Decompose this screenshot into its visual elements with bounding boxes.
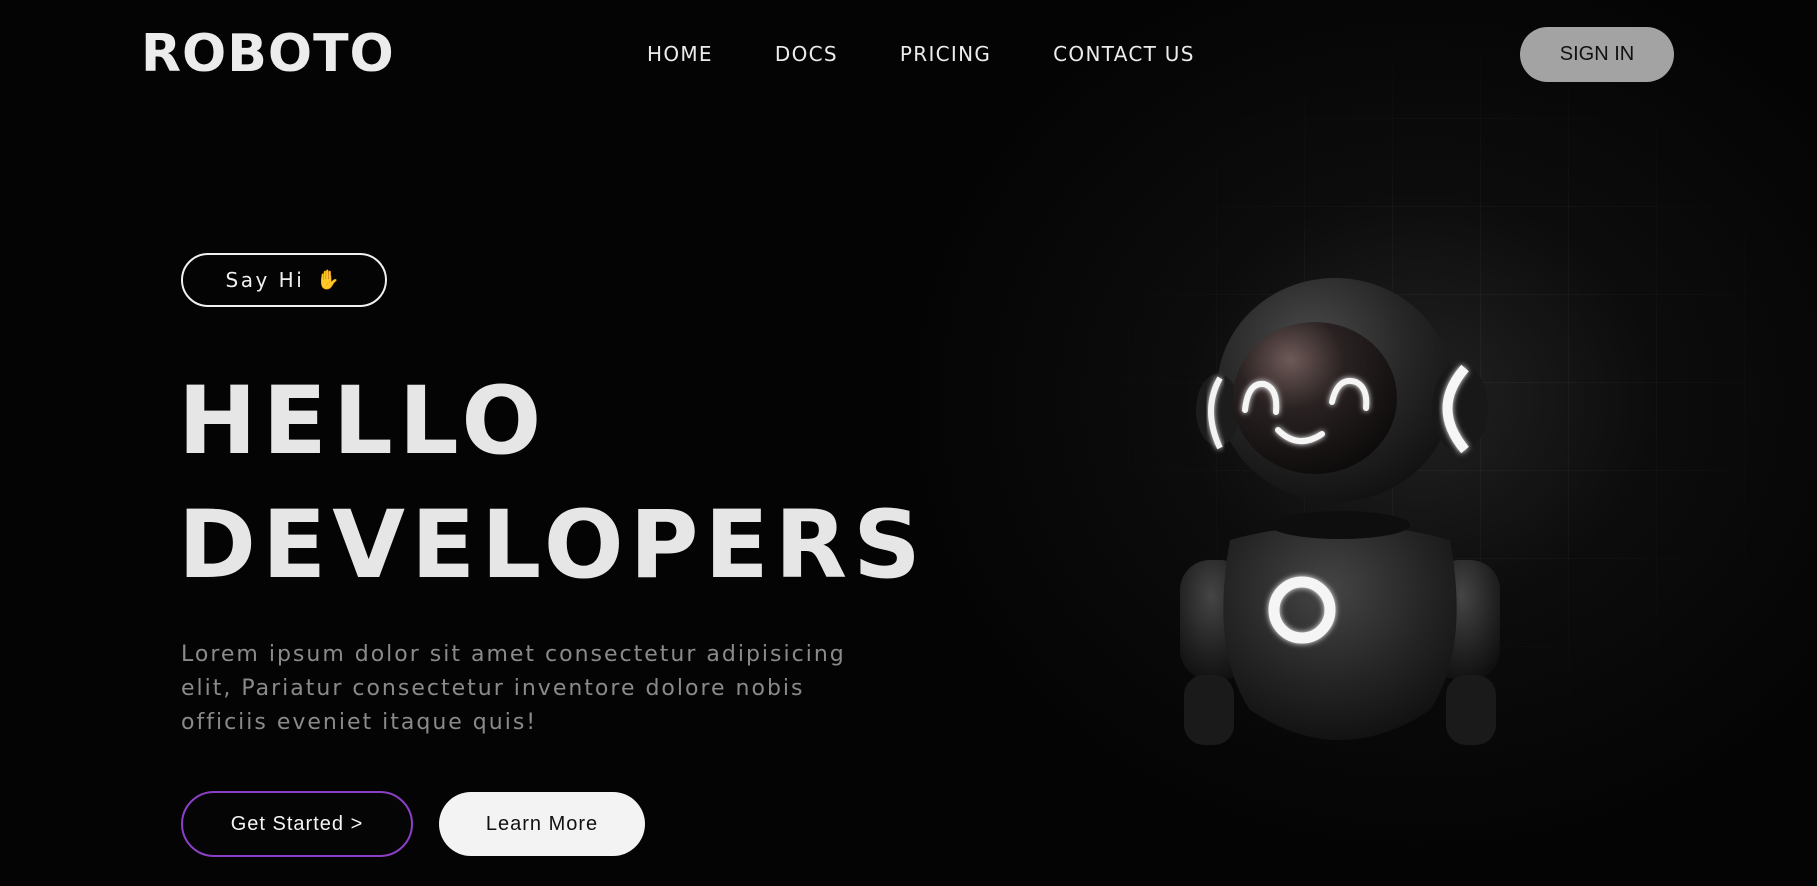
main-nav: HOME DOCS PRICING CONTACT US <box>647 42 1257 66</box>
robot-visor <box>1233 322 1397 474</box>
robot-body <box>1223 525 1457 740</box>
nav-item-docs[interactable]: DOCS <box>775 42 838 66</box>
hero-title-line-2: DEVELOPERS <box>178 491 927 600</box>
nav-item-pricing[interactable]: PRICING <box>900 42 991 66</box>
sign-in-button[interactable]: SIGN IN <box>1520 27 1674 82</box>
robot-illustration <box>1180 278 1500 745</box>
hero-description: Lorem ipsum dolor sit amet consectetur a… <box>181 642 846 735</box>
nav-item-contact-us[interactable]: CONTACT US <box>1053 42 1195 66</box>
hero-title: HELLO DEVELOPERS <box>178 360 927 608</box>
say-hi-button[interactable]: Say Hi ✋ <box>181 253 387 307</box>
say-hi-label: Say Hi <box>225 268 305 292</box>
learn-more-button[interactable]: Learn More <box>439 792 645 856</box>
logo[interactable]: ROBOTO <box>141 24 395 84</box>
landing-page: ROBOTO HOME DOCS PRICING CONTACT US SIGN… <box>0 0 1817 886</box>
waving-hand-icon: ✋ <box>316 268 343 291</box>
hero-title-line-1: HELLO <box>178 367 548 476</box>
nav-item-home[interactable]: HOME <box>647 42 713 66</box>
get-started-button[interactable]: Get Started > <box>181 791 413 857</box>
